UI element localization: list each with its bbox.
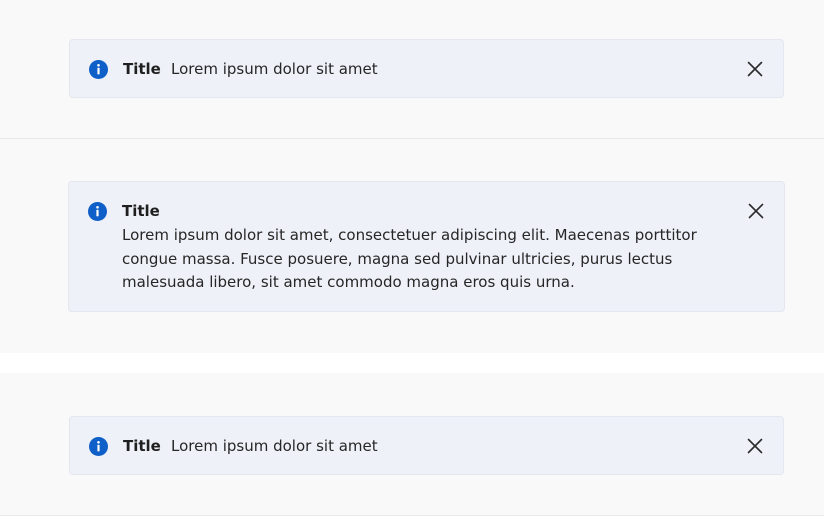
example-panel-single-line: Title Lorem ipsum dolor sit amet (0, 0, 824, 139)
info-icon (89, 437, 108, 456)
info-icon (89, 60, 108, 79)
example-panel-single-line-2: Title Lorem ipsum dolor sit amet (0, 373, 824, 516)
close-icon (747, 61, 763, 77)
dismiss-button[interactable] (744, 199, 768, 223)
message-bar-title: Title (123, 60, 161, 78)
message-bar-title: Title (123, 437, 161, 455)
info-message-bar: Title Lorem ipsum dolor sit amet (69, 416, 784, 475)
info-message-bar-multiline: Title Lorem ipsum dolor sit amet, consec… (68, 181, 785, 312)
dismiss-button[interactable] (743, 434, 767, 458)
message-bar-text: Lorem ipsum dolor sit amet (171, 60, 378, 78)
message-bar-text: Lorem ipsum dolor sit amet, consectetuer… (122, 226, 697, 291)
close-icon (747, 438, 763, 454)
info-icon (88, 202, 107, 221)
example-panel-multiline: Title Lorem ipsum dolor sit amet, consec… (0, 139, 824, 353)
dismiss-button[interactable] (743, 57, 767, 81)
message-bar-title: Title (122, 202, 160, 220)
info-message-bar: Title Lorem ipsum dolor sit amet (69, 39, 784, 98)
close-icon (748, 203, 764, 219)
message-bar-text: Lorem ipsum dolor sit amet (171, 437, 378, 455)
